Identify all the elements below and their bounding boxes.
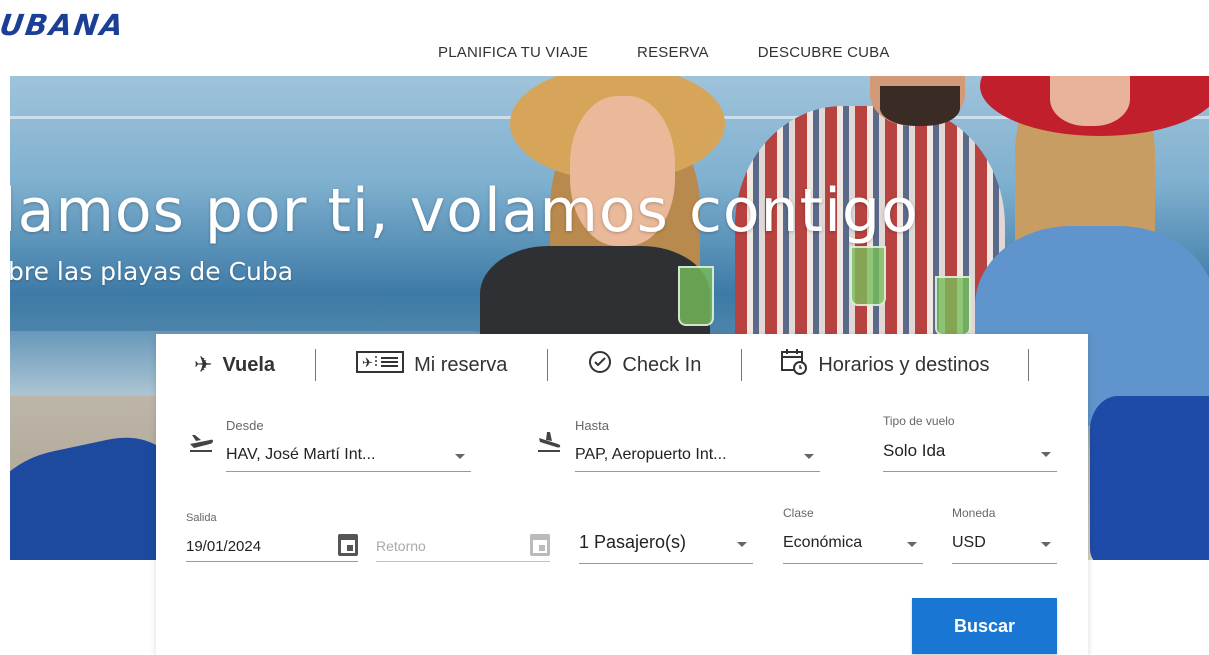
calendar-clock-icon — [780, 348, 808, 382]
booking-widget: ✈ Vuela ✈ Mi reserva Check In Horarios y… — [156, 334, 1088, 655]
class-value: Económica — [783, 534, 863, 551]
brand-logo[interactable]: UBANA — [0, 8, 127, 42]
nav-reserva[interactable]: RESERVA — [637, 44, 709, 61]
trip-type-select[interactable]: Tipo de vuelo Solo Ida — [883, 414, 1057, 472]
passengers-select[interactable]: 1 Pasajero(s) — [579, 520, 753, 564]
calendar-icon[interactable] — [530, 534, 550, 556]
departure-label: Salida — [186, 512, 217, 524]
tab-divider — [315, 349, 317, 381]
currency-label: Moneda — [952, 506, 996, 520]
to-label: Hasta — [575, 418, 609, 433]
tab-mi-reserva[interactable]: ✈ Mi reserva — [356, 351, 507, 379]
return-placeholder: Retorno — [376, 538, 426, 554]
departure-plane-icon — [188, 430, 214, 460]
nav-descubre-cuba[interactable]: DESCUBRE CUBA — [758, 44, 890, 61]
arrival-plane-icon — [536, 430, 562, 460]
tab-divider — [741, 349, 743, 381]
tab-horarios[interactable]: Horarios y destinos — [780, 348, 990, 382]
main-nav: PLANIFICA TU VIAJE RESERVA DESCUBRE CUBA — [438, 44, 939, 61]
boarding-pass-icon: ✈ — [356, 351, 405, 379]
tab-check-in-label: Check In — [622, 353, 702, 376]
passengers-value: 1 Pasajero(s) — [579, 532, 687, 552]
chevron-down-icon — [737, 542, 747, 547]
hero-title: lamos por ti, volamos contigo — [10, 176, 919, 246]
calendar-icon[interactable] — [338, 534, 358, 556]
trip-type-value: Solo Ida — [883, 441, 946, 460]
from-label: Desde — [226, 418, 264, 433]
svg-text:✈: ✈ — [362, 356, 373, 371]
departure-date-field[interactable]: Salida 19/01/2024 — [186, 512, 358, 562]
to-value: PAP, Aeropuerto Int... — [575, 446, 727, 463]
return-date-field[interactable]: Retorno — [376, 512, 550, 562]
currency-select[interactable]: Moneda USD — [952, 506, 1057, 564]
class-label: Clase — [783, 506, 814, 520]
booking-tabs: ✈ Vuela ✈ Mi reserva Check In Horarios y… — [156, 346, 1088, 384]
hero-subtitle: bre las playas de Cuba — [10, 257, 294, 286]
nav-planifica[interactable]: PLANIFICA TU VIAJE — [438, 44, 588, 61]
chevron-down-icon — [1041, 542, 1051, 547]
class-select[interactable]: Clase Económica — [783, 506, 923, 564]
search-button[interactable]: Buscar — [912, 598, 1057, 654]
chevron-down-icon — [1041, 452, 1051, 457]
currency-value: USD — [952, 534, 986, 551]
tab-divider — [547, 349, 549, 381]
tab-divider — [1027, 349, 1029, 381]
check-circle-icon — [588, 350, 612, 380]
chevron-down-icon — [455, 454, 465, 459]
tab-horarios-label: Horarios y destinos — [818, 353, 990, 376]
from-select[interactable]: Desde HAV, José Martí Int... — [226, 418, 471, 472]
tab-vuela-label: Vuela — [222, 353, 276, 376]
from-value: HAV, José Martí Int... — [226, 446, 376, 463]
chevron-down-icon — [907, 542, 917, 547]
airplane-icon: ✈ — [194, 352, 213, 377]
departure-value: 19/01/2024 — [186, 538, 262, 555]
to-select[interactable]: Hasta PAP, Aeropuerto Int... — [575, 418, 820, 472]
trip-type-label: Tipo de vuelo — [883, 414, 955, 428]
tab-vuela[interactable]: ✈ Vuela — [194, 352, 275, 378]
tab-check-in[interactable]: Check In — [588, 350, 701, 380]
chevron-down-icon — [804, 454, 814, 459]
tab-mi-reserva-label: Mi reserva — [414, 353, 508, 376]
